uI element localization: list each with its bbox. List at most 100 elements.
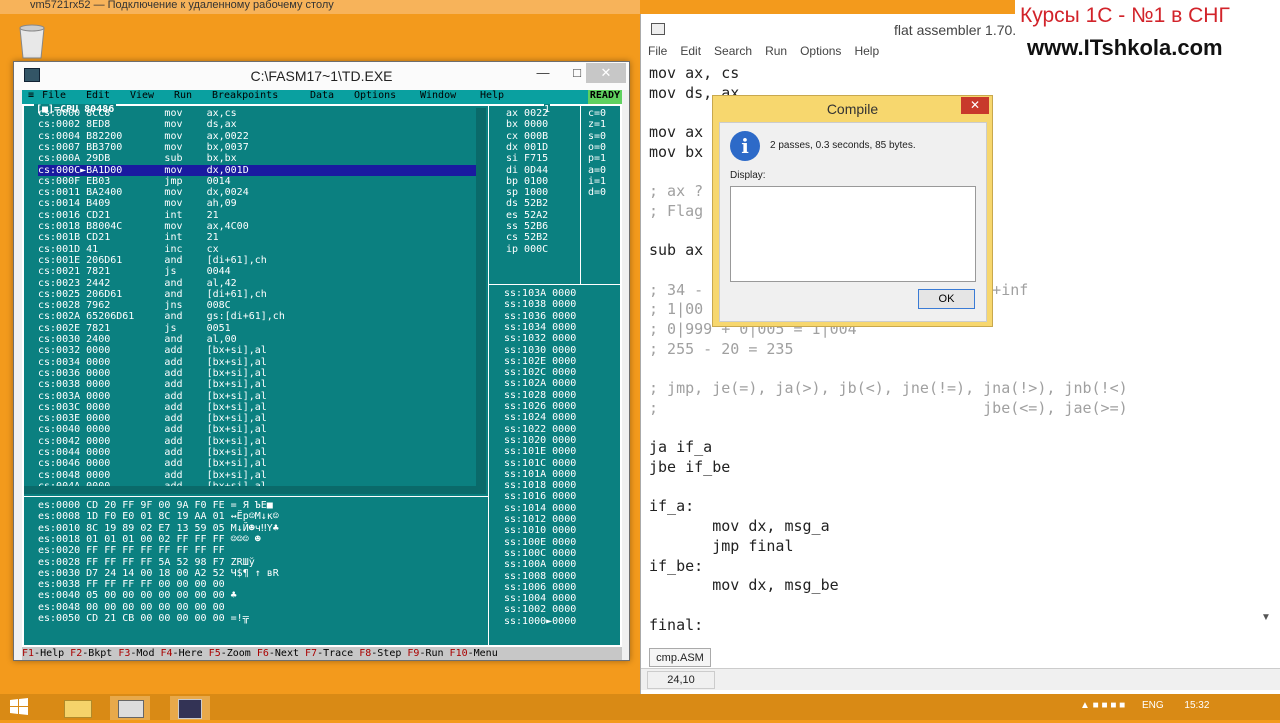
disasm-line: cs:0002 8ED8 mov ds,ax [38, 119, 237, 131]
clock[interactable]: 15:32 [1184, 700, 1209, 711]
td-menu-data[interactable]: Data [310, 90, 354, 101]
fkey-f1[interactable]: F1-Help [22, 648, 70, 659]
start-button[interactable] [8, 696, 48, 720]
register-line: es 52A2 [506, 209, 549, 221]
pane-divider [488, 284, 622, 285]
stack-pane[interactable]: ss:103A 0000 ss:1038 0000 ss:1036 0000 ss:1… [492, 288, 620, 645]
td-taskbar-icon[interactable] [170, 696, 210, 720]
fasm-status-bar: 24,10 [641, 668, 1280, 690]
disasm-line: cs:001B CD21 int 21 [38, 232, 219, 244]
compile-dialog: Compile ✕ i 2 passes, 0.3 seconds, 85 by… [712, 95, 993, 327]
flags-pane[interactable]: c=0 z=1 s=0 o=0 p=1 a=0 i=1 d=0 [584, 108, 620, 228]
register-line: bx 0000 [506, 119, 549, 131]
stack-line: ss:1004 0000 [504, 593, 577, 605]
disassembly-pane[interactable]: cs:0000 8CC8 mov ax,cs cs:0002 8ED8 mov d… [24, 108, 486, 496]
disasm-line: cs:0044 0000 add [bx+si],al [38, 447, 267, 458]
memory-dump-pane[interactable]: es:0000 CD 20 FF 9F 00 9A F0 FE = Я ЪЁ■ e… [24, 500, 484, 645]
rdp-title-bar: vm5721rx52 — Подключение к удаленному ра… [0, 0, 640, 14]
fkey-f8[interactable]: F8-Step [359, 648, 407, 659]
disasm-line: cs:0007 BB3700 mov bx,0037 [38, 141, 249, 153]
stack-line: ss:1036 0000 [504, 310, 577, 322]
registers-pane[interactable]: ax 0022 bx 0000 cx 000B dx 001D si F715 di 0D… [492, 108, 576, 278]
disasm-scrollbar[interactable] [476, 108, 486, 494]
language-indicator[interactable]: ENG [1142, 700, 1164, 711]
fasm-menu-file[interactable]: File [648, 44, 667, 58]
dump-line: es:0038 FF FF FF FF 00 00 00 00 [38, 579, 225, 591]
cmd-icon[interactable] [110, 696, 150, 720]
stack-line: ss:100E 0000 [504, 536, 577, 548]
td-menu-breakpoints[interactable]: Breakpoints [212, 90, 310, 101]
disasm-line: cs:0025 206D61 and [di+61],ch [38, 288, 267, 300]
td-window: C:\FASM17~1\TD.EXE — □ ✕ ≡ File Edit View Ru… [13, 61, 630, 661]
stack-line: ss:1032 0000 [504, 333, 577, 345]
td-menu-bar: ≡ File Edit View Run Breakpoints Data Options Wi… [22, 90, 622, 104]
fkey-f4[interactable]: F4-Here [161, 648, 209, 659]
stack-line: ss:1016 0000 [504, 491, 577, 503]
file-explorer-icon[interactable] [58, 696, 98, 720]
fkey-f2[interactable]: F2-Bkpt [70, 648, 118, 659]
code-line: mov dx, msg_a [649, 517, 830, 536]
close-button[interactable]: ✕ [586, 63, 626, 83]
disasm-line: cs:0028 7962 jns 008C [38, 300, 231, 312]
stack-line: ss:1024 0000 [504, 412, 577, 424]
fasm-window-title: flat assembler 1.70.0 [894, 22, 1024, 38]
stack-line: ss:1008 0000 [504, 570, 577, 582]
fkey-f6[interactable]: F6-Next [257, 648, 305, 659]
register-line: cs 52B2 [506, 232, 549, 244]
tray-icons[interactable]: ▲ ■ ■ ■ ■ [1080, 700, 1125, 711]
fkey-f5[interactable]: F5-Zoom [209, 648, 257, 659]
disasm-line: cs:0021 7821 js 0044 [38, 266, 231, 278]
stack-line: ss:101A 0000 [504, 468, 577, 480]
flag-line: z=1 [588, 119, 607, 131]
scroll-down-icon[interactable]: ▼ [1261, 612, 1271, 623]
register-line: ax 0022 [506, 108, 549, 119]
td-menu-edit[interactable]: Edit [86, 90, 130, 101]
fasm-menu-search[interactable]: Search [714, 44, 752, 58]
stack-line: ss:1028 0000 [504, 389, 577, 401]
taskbar: ▲ ■ ■ ■ ■ ENG 15:32 [0, 694, 1280, 720]
ok-button[interactable]: OK [918, 289, 975, 309]
stack-line: ss:1014 0000 [504, 502, 577, 514]
dialog-close-button[interactable]: ✕ [961, 97, 989, 114]
dump-line: es:0040 05 00 00 00 00 00 00 00 ♣ [38, 590, 237, 602]
fkey-f3[interactable]: F3-Mod [118, 648, 160, 659]
fasm-menu-edit[interactable]: Edit [680, 44, 701, 58]
fkey-f9[interactable]: F9-Run [407, 648, 449, 659]
td-menu-run[interactable]: Run [174, 90, 212, 101]
recycle-bin-icon[interactable] [14, 20, 50, 60]
fasm-menu-run[interactable]: Run [765, 44, 787, 58]
td-menu-window[interactable]: Window [420, 90, 480, 101]
td-menu-view[interactable]: View [130, 90, 174, 101]
stack-line: ss:1022 0000 [504, 423, 577, 435]
display-output[interactable] [730, 186, 976, 282]
dump-line: es:0030 D7 24 14 00 18 00 A2 52 Ч$¶ ↑ вR [38, 567, 279, 579]
system-tray: ▲ ■ ■ ■ ■ ENG 15:32 [1080, 700, 1209, 711]
td-title-bar[interactable]: C:\FASM17~1\TD.EXE — □ ✕ [14, 62, 629, 90]
dump-line: es:0028 FF FF FF FF 5A 52 98 F7 ZRШў [38, 556, 255, 568]
td-menu-file[interactable]: File [42, 90, 86, 101]
function-key-bar: F1-Help F2-Bkpt F3-Mod F4-Here F5-Zoom F… [22, 647, 622, 660]
disasm-line: cs:0014 B409 mov ah,09 [38, 198, 237, 210]
code-line: final: [649, 615, 704, 634]
disasm-hscrollbar[interactable] [24, 486, 484, 494]
dump-line: es:0050 CD 21 CB 00 00 00 00 00 =!╦ [38, 613, 249, 624]
fasm-menu-options[interactable]: Options [800, 44, 841, 58]
stack-line: ss:101E 0000 [504, 446, 577, 458]
stack-line: ss:1012 0000 [504, 514, 577, 525]
register-line: dx 001D [506, 141, 549, 153]
td-menu-system[interactable]: ≡ [28, 90, 42, 101]
td-menu-options[interactable]: Options [354, 90, 420, 101]
code-line: ; 255 - 20 = 235 [649, 339, 794, 358]
compile-result: 2 passes, 0.3 seconds, 85 bytes. [770, 140, 916, 151]
code-line: if_be: [649, 556, 704, 575]
fkey-f7[interactable]: F7-Trace [305, 648, 359, 659]
file-tab[interactable]: cmp.ASM [649, 648, 711, 667]
fkey-f10[interactable]: F10-Menu [450, 648, 498, 659]
dump-line: es:0048 00 00 00 00 00 00 00 00 [38, 601, 225, 613]
td-menu-help[interactable]: Help [480, 90, 504, 101]
fasm-menu-help[interactable]: Help [854, 44, 879, 58]
stack-line: ss:101C 0000 [504, 457, 577, 469]
minimize-button[interactable]: — [526, 63, 560, 83]
